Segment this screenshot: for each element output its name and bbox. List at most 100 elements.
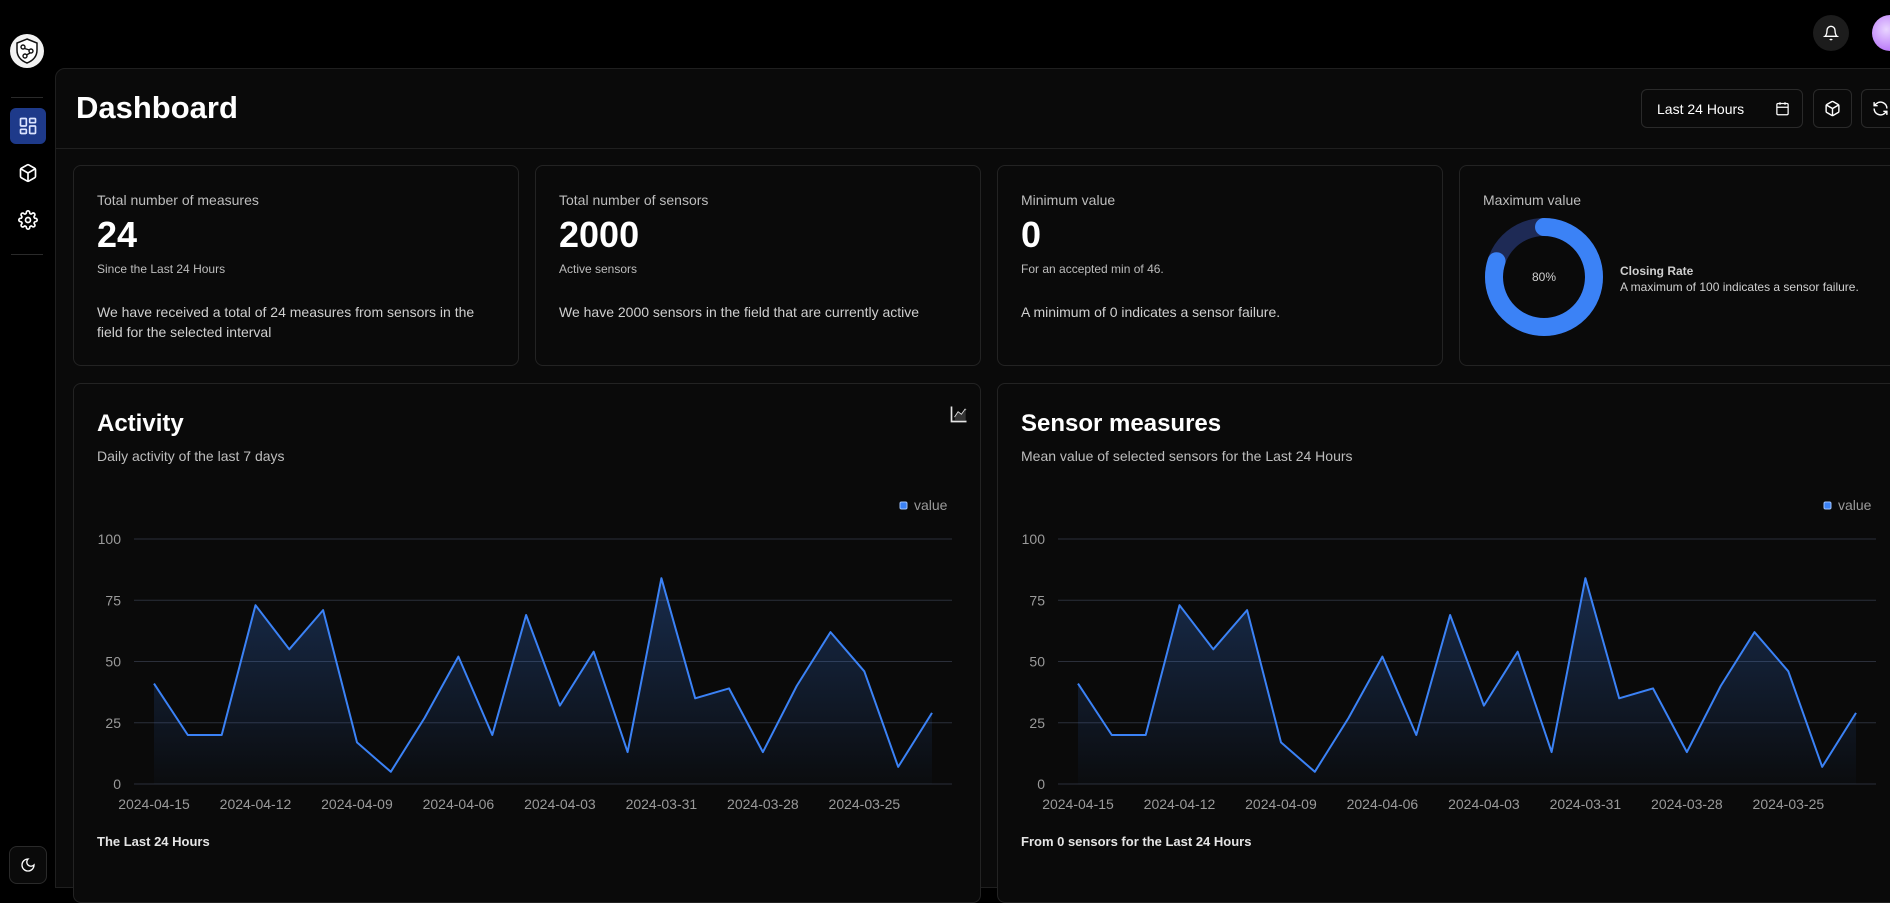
x-tick-label: 2024-03-28 [1651, 796, 1723, 812]
data-point [1482, 704, 1486, 708]
x-tick-label: 2024-04-15 [1042, 796, 1114, 812]
legend-label: value [914, 497, 948, 513]
stat-subtext: Active sensors [559, 262, 638, 276]
data-point [1651, 686, 1655, 690]
data-point [930, 711, 934, 715]
data-point [1279, 740, 1283, 744]
sensor-measures-plot: 0 25 50 75 100 2024-04-15 2024-04-12 2024-04-09… [1022, 497, 1876, 812]
data-point [490, 733, 494, 737]
main-panel: Dashboard Last 24 Hours Total number of … [55, 68, 1890, 903]
data-point [795, 684, 799, 688]
x-tick-label: 2024-04-03 [524, 796, 596, 812]
x-tick-label: 2024-04-09 [1245, 796, 1317, 812]
shield-network-icon [16, 38, 38, 64]
data-point [355, 740, 359, 744]
legend-swatch [1823, 501, 1832, 510]
x-tick-label: 2024-04-12 [1144, 796, 1216, 812]
data-point [1177, 603, 1181, 607]
page-title: Dashboard [76, 90, 238, 125]
data-point [1719, 684, 1723, 688]
y-tick-label: 100 [98, 531, 122, 547]
chart-footer: From 0 sensors for the Last 24 Hours [1021, 834, 1252, 849]
stat-card-sensors: Total number of sensors 2000 Active sens… [535, 165, 981, 366]
moon-icon [21, 858, 35, 872]
sidebar-item-dashboard[interactable] [10, 108, 46, 144]
data-point [1550, 750, 1554, 754]
data-point [1820, 765, 1824, 769]
y-tick-label: 75 [105, 592, 121, 608]
gear-icon [18, 210, 38, 230]
refresh-icon [1873, 101, 1888, 116]
data-point [1583, 576, 1587, 580]
y-tick-label: 25 [1029, 715, 1045, 731]
stat-label: Total number of sensors [559, 192, 709, 208]
data-point [152, 682, 156, 686]
products-button[interactable] [1813, 89, 1852, 128]
y-tick-label: 50 [1029, 654, 1045, 670]
data-point [1144, 733, 1148, 737]
data-point [659, 576, 663, 580]
data-point [1448, 613, 1452, 617]
y-tick-label: 75 [1029, 592, 1045, 608]
stat-value: 0 [1021, 214, 1042, 255]
x-tick-label: 2024-04-15 [118, 796, 190, 812]
data-point [456, 655, 460, 659]
y-tick-label: 0 [1037, 776, 1045, 792]
data-point [1753, 630, 1757, 634]
data-point [1313, 770, 1317, 774]
stat-card-minimum: Minimum value 0 For an accepted min of 4… [997, 165, 1443, 366]
refresh-button[interactable] [1861, 89, 1890, 128]
header-divider [56, 148, 1890, 149]
y-tick-label: 100 [1022, 531, 1046, 547]
date-range-button[interactable]: Last 24 Hours [1641, 89, 1803, 128]
dashboard-icon [19, 117, 37, 135]
data-point [1211, 647, 1215, 651]
data-point [287, 647, 291, 651]
stat-description: We have received a total of 24 measures … [97, 304, 475, 340]
y-tick-label: 0 [113, 776, 121, 792]
stat-label: Maximum value [1483, 192, 1582, 208]
bell-icon [1823, 25, 1839, 41]
data-point [1685, 750, 1689, 754]
x-tick-label: 2024-03-25 [1753, 796, 1825, 812]
data-point [389, 770, 393, 774]
stat-label: Total number of measures [97, 192, 259, 208]
stat-value: 2000 [559, 214, 640, 255]
data-point [862, 669, 866, 673]
top-bar [0, 0, 1890, 68]
data-point [1110, 733, 1114, 737]
data-point [1380, 655, 1384, 659]
sensor-measures-chart-card: Sensor measures Mean value of selected s… [997, 383, 1890, 903]
data-point [1245, 608, 1249, 612]
data-point [1414, 733, 1418, 737]
sidebar-item-products[interactable] [10, 155, 46, 191]
calendar-icon [1762, 101, 1802, 116]
donut-percent-label: 80% [1531, 270, 1557, 284]
x-tick-label: 2024-04-03 [1448, 796, 1520, 812]
stat-card-measures: Total number of measures 24 Since the La… [73, 165, 519, 366]
theme-toggle-button[interactable] [9, 846, 47, 884]
sidebar-item-settings[interactable] [10, 202, 46, 238]
data-point [1617, 696, 1621, 700]
y-tick-label: 50 [105, 654, 121, 670]
data-point [829, 630, 833, 634]
cube-icon [19, 163, 37, 183]
data-point [761, 750, 765, 754]
user-avatar[interactable] [1872, 15, 1890, 51]
closing-rate-donut: 80% [1483, 216, 1605, 338]
data-point [592, 650, 596, 654]
data-point [896, 765, 900, 769]
data-point [626, 750, 630, 754]
app-logo[interactable] [10, 34, 44, 68]
closing-rate-title: Closing Rate [1620, 264, 1694, 278]
stat-subtext: For an accepted min of 46. [1021, 262, 1164, 276]
notifications-button[interactable] [1813, 15, 1849, 51]
series-area [154, 578, 932, 784]
data-point [186, 733, 190, 737]
data-point [727, 686, 731, 690]
sidebar [0, 68, 54, 872]
sidebar-divider [11, 254, 43, 255]
x-tick-label: 2024-04-12 [220, 796, 292, 812]
stat-description: We have 2000 sensors in the field that a… [559, 304, 920, 320]
legend-label: value [1838, 497, 1872, 513]
